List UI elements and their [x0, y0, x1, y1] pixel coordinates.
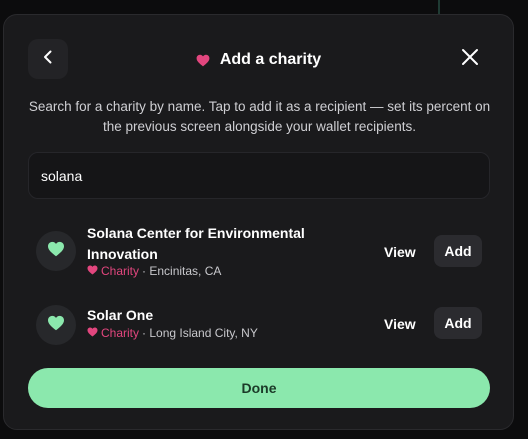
background-accent	[438, 0, 440, 14]
list-item[interactable]: Solar One Charity · Long Island City, NY…	[28, 305, 490, 345]
close-icon	[461, 48, 479, 71]
charity-location: · Encinitas, CA	[142, 264, 222, 278]
charity-location: · Long Island City, NY	[142, 326, 258, 340]
category-badge: Charity	[101, 326, 140, 340]
search-input[interactable]	[28, 152, 490, 199]
add-charity-modal: Add a charity Search for a charity by na…	[3, 14, 514, 430]
list-item[interactable]: Solana Center for Environmental Innovati…	[28, 223, 490, 278]
add-button[interactable]: Add	[434, 307, 482, 339]
modal-title: Add a charity	[219, 51, 322, 68]
close-button[interactable]	[450, 39, 490, 79]
charity-meta: Charity · Long Island City, NY	[87, 326, 258, 340]
done-button[interactable]: Done	[28, 368, 490, 408]
heart-icon	[196, 54, 210, 67]
avatar	[36, 305, 76, 345]
view-button[interactable]: View	[384, 244, 416, 260]
heart-icon	[87, 264, 98, 278]
charity-name: Solana Center for Environmental Innovati…	[87, 225, 305, 262]
heart-icon	[87, 326, 98, 340]
avatar	[36, 231, 76, 271]
charity-name: Solar One	[87, 307, 154, 323]
charity-meta: Charity · Encinitas, CA	[87, 264, 221, 278]
category-badge: Charity	[101, 264, 140, 278]
add-button[interactable]: Add	[434, 235, 482, 267]
heart-icon	[47, 315, 65, 336]
view-button[interactable]: View	[384, 316, 416, 332]
heart-icon	[47, 241, 65, 262]
description-text: Search for a charity by name. Tap to add…	[28, 99, 491, 134]
modal-header: Add a charity	[4, 47, 513, 73]
